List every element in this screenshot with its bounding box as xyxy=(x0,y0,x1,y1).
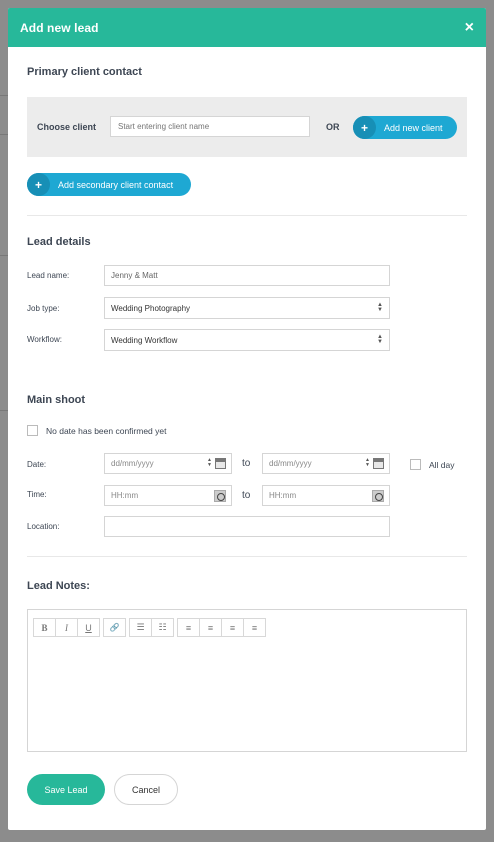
link-group: 🔗 xyxy=(103,618,126,637)
save-lead-button[interactable]: Save Lead xyxy=(27,774,105,805)
date-spinner-icon[interactable]: ▲ ▼ xyxy=(207,458,212,468)
select-arrows-icon: ▲ ▼ xyxy=(377,302,383,313)
job-type-select[interactable]: Wedding Photography ▲ ▼ xyxy=(104,297,390,319)
add-secondary-contact-button[interactable]: + Add secondary client contact xyxy=(27,173,191,196)
bold-button[interactable]: B xyxy=(33,618,56,637)
end-date-input[interactable]: dd/mm/yyyy ▲ ▼ xyxy=(262,453,390,474)
numbered-list-icon[interactable]: ☷ xyxy=(151,618,174,637)
end-time-placeholder: HH:mm xyxy=(269,491,297,500)
close-icon[interactable]: × xyxy=(465,19,474,36)
date-spinner-icon[interactable]: ▲ ▼ xyxy=(365,458,370,468)
lead-name-input[interactable]: Jenny & Matt xyxy=(104,265,390,286)
plus-icon: + xyxy=(27,173,50,196)
clock-icon[interactable] xyxy=(214,490,226,502)
start-date-placeholder: dd/mm/yyyy xyxy=(111,459,154,468)
clock-icon[interactable] xyxy=(372,490,384,502)
workflow-label: Workflow: xyxy=(27,335,62,344)
time-to-label: to xyxy=(242,490,251,501)
start-date-input[interactable]: dd/mm/yyyy ▲ ▼ xyxy=(104,453,232,474)
choose-client-panel: Choose client OR + Add new client xyxy=(27,97,467,157)
client-search-input[interactable] xyxy=(110,116,310,137)
italic-button[interactable]: I xyxy=(55,618,78,637)
cancel-button[interactable]: Cancel xyxy=(114,774,178,805)
or-label: OR xyxy=(326,122,340,132)
align-left-icon[interactable]: ≡ xyxy=(177,618,200,637)
bullet-list-icon[interactable]: ☰ xyxy=(129,618,152,637)
location-label: Location: xyxy=(27,522,60,531)
section-divider xyxy=(27,556,467,557)
start-time-input[interactable]: HH:mm xyxy=(104,485,232,506)
link-icon[interactable]: 🔗 xyxy=(103,618,126,637)
job-type-value: Wedding Photography xyxy=(111,303,191,313)
align-right-icon[interactable]: ≡ xyxy=(221,618,244,637)
editor-toolbar: B I U 🔗 ☰ ☷ ≡ ≡ ≡ ≡ xyxy=(33,618,270,637)
list-group: ☰ ☷ xyxy=(129,618,174,637)
choose-client-label: Choose client xyxy=(37,122,97,132)
date-to-label: to xyxy=(242,458,251,469)
align-center-icon[interactable]: ≡ xyxy=(199,618,222,637)
primary-contact-heading: Primary client contact xyxy=(27,66,142,78)
start-time-placeholder: HH:mm xyxy=(111,491,139,500)
time-label: Time: xyxy=(27,490,47,499)
add-new-client-button[interactable]: + Add new client xyxy=(353,116,457,139)
lead-notes-heading: Lead Notes: xyxy=(27,580,90,592)
select-arrows-icon: ▲ ▼ xyxy=(377,334,383,345)
justify-icon[interactable]: ≡ xyxy=(243,618,266,637)
end-time-input[interactable]: HH:mm xyxy=(262,485,390,506)
workflow-select[interactable]: Wedding Workflow ▲ ▼ xyxy=(104,329,390,351)
no-date-label: No date has been confirmed yet xyxy=(46,426,167,436)
workflow-value: Wedding Workflow xyxy=(111,335,178,345)
lead-name-label: Lead name: xyxy=(27,271,70,280)
format-group: B I U xyxy=(33,618,100,637)
modal-title: Add new lead xyxy=(20,20,99,35)
end-date-placeholder: dd/mm/yyyy xyxy=(269,459,312,468)
all-day-checkbox[interactable] xyxy=(410,459,421,470)
no-date-checkbox[interactable] xyxy=(27,425,38,436)
plus-icon: + xyxy=(353,116,376,139)
modal-header: Add new lead × xyxy=(8,8,486,47)
all-day-label: All day xyxy=(429,460,455,470)
main-shoot-heading: Main shoot xyxy=(27,394,86,406)
add-new-client-label: Add new client xyxy=(384,122,443,133)
lead-details-heading: Lead details xyxy=(27,236,91,248)
add-secondary-contact-label: Add secondary client contact xyxy=(58,179,174,190)
date-label: Date: xyxy=(27,460,47,469)
calendar-icon[interactable] xyxy=(373,458,384,469)
section-divider xyxy=(27,215,467,216)
add-lead-modal: Add new lead × Primary client contact Ch… xyxy=(8,8,486,830)
job-type-label: Job type: xyxy=(27,304,60,313)
lead-notes-editor[interactable]: B I U 🔗 ☰ ☷ ≡ ≡ ≡ ≡ xyxy=(27,609,467,752)
align-group: ≡ ≡ ≡ ≡ xyxy=(177,618,266,637)
calendar-icon[interactable] xyxy=(215,458,226,469)
location-input[interactable] xyxy=(104,516,390,537)
underline-button[interactable]: U xyxy=(77,618,100,637)
